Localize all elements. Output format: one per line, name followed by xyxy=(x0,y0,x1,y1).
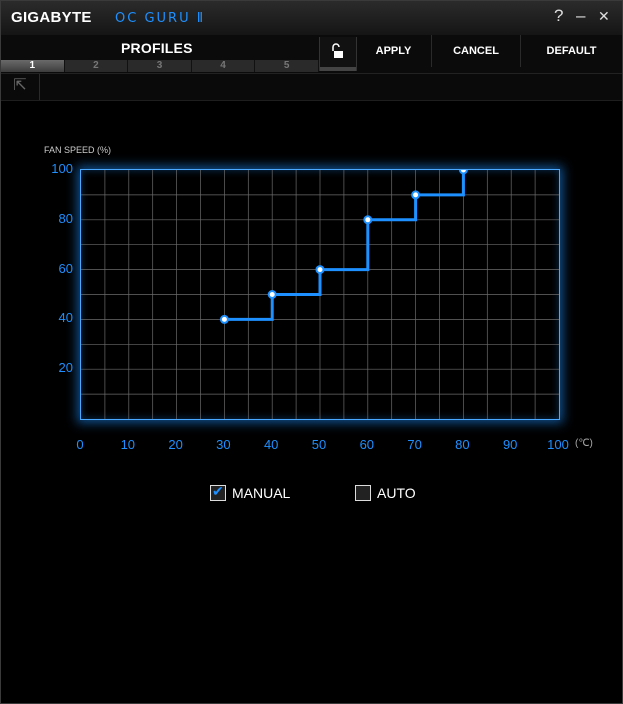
x-tick-label: 70 xyxy=(407,437,422,452)
x-tick-label: 0 xyxy=(76,437,84,452)
curve-point-6[interactable] xyxy=(458,170,468,175)
profile-tab-5[interactable]: 5 xyxy=(255,60,319,72)
y-tick-label: 100 xyxy=(51,161,73,176)
y-tick-label: 20 xyxy=(58,360,73,376)
x-tick-label: 40 xyxy=(263,437,279,452)
manual-checkbox[interactable] xyxy=(210,483,226,501)
x-tick-label: 30 xyxy=(216,437,231,452)
profile-tabs: 1 2 3 4 5 xyxy=(1,60,319,72)
y-tick-label: 80 xyxy=(58,210,73,226)
manual-label: MANUAL xyxy=(232,485,291,501)
fan-curve-chart[interactable] xyxy=(80,169,560,420)
curve-point-1[interactable] xyxy=(219,314,229,324)
sub-toolbar: ⇱ xyxy=(1,74,622,101)
x-tick-label: 80 xyxy=(455,437,470,452)
curve-point-4[interactable] xyxy=(363,215,373,225)
x-tick-label: 10 xyxy=(120,437,136,452)
product-name: OC GURU Ⅱ xyxy=(115,11,206,26)
x-tick-label: 20 xyxy=(168,437,183,452)
close-button[interactable]: ✕ xyxy=(598,7,610,25)
profile-toolbar: PROFILES 1 2 3 4 5 APPLY CANCEL DEFAULT xyxy=(1,35,622,74)
profile-tab-2[interactable]: 2 xyxy=(64,60,129,72)
profile-tab-3[interactable]: 3 xyxy=(128,60,192,72)
fan-curve-svg xyxy=(81,170,559,419)
profile-tab-4[interactable]: 4 xyxy=(191,60,256,72)
minimize-button[interactable]: – xyxy=(576,7,585,25)
x-tick-label: 100 xyxy=(547,437,569,452)
lock-button[interactable] xyxy=(319,37,357,71)
profiles-title: PROFILES xyxy=(121,40,193,56)
y-axis-title: FAN SPEED (%) xyxy=(44,145,112,155)
y-tick-label: 60 xyxy=(58,260,73,276)
manual-option[interactable]: MANUAL xyxy=(210,483,291,501)
brand-logo: GIGABYTE xyxy=(11,9,92,26)
apply-button[interactable]: APPLY xyxy=(356,35,432,67)
curve-point-3[interactable] xyxy=(315,265,325,275)
x-tick-label: 60 xyxy=(359,437,375,452)
arrow-up-left-icon[interactable]: ⇱ xyxy=(1,74,40,100)
y-tick-label: 40 xyxy=(58,310,73,326)
curve-point-2[interactable] xyxy=(267,290,277,299)
auto-label: AUTO xyxy=(377,485,416,501)
help-button[interactable]: ? xyxy=(554,7,563,25)
profile-tab-1[interactable]: 1 xyxy=(1,60,65,72)
curve-point-5[interactable] xyxy=(411,190,421,200)
auto-option[interactable]: AUTO xyxy=(355,485,416,501)
title-bar: GIGABYTE OC GURU Ⅱ ? – ✕ xyxy=(1,1,622,35)
default-button[interactable]: DEFAULT xyxy=(521,35,622,67)
x-axis-unit: (℃) xyxy=(575,438,593,449)
x-tick-label: 90 xyxy=(502,437,518,452)
x-tick-label: 50 xyxy=(311,437,327,452)
unlock-icon xyxy=(332,43,343,58)
auto-checkbox[interactable] xyxy=(355,485,371,501)
cancel-button[interactable]: CANCEL xyxy=(432,35,521,67)
oc-guru-window: GIGABYTE OC GURU Ⅱ ? – ✕ PROFILES 1 2 3 … xyxy=(0,0,623,704)
